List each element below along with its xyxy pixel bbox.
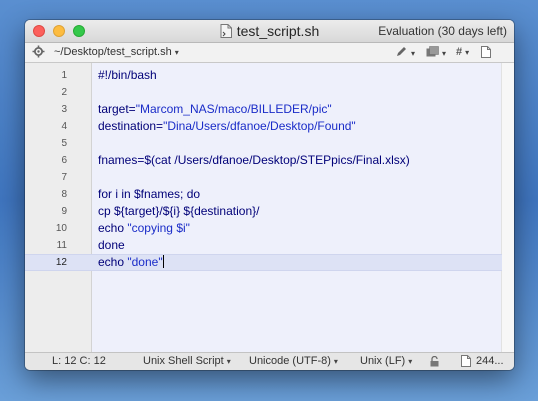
- line-endings-label: Unix (LF): [360, 355, 406, 367]
- file-size: 244...: [476, 355, 504, 367]
- code-text: destination="Dina/Users/dfanoe/Desktop/F…: [98, 119, 356, 133]
- code-line[interactable]: 2: [25, 84, 502, 101]
- line-number: 8: [61, 189, 67, 200]
- file-path-menu[interactable]: ~/Desktop/test_script.sh ▾: [54, 46, 179, 59]
- window-title: test_script.sh: [236, 23, 320, 39]
- document-icon[interactable]: [461, 355, 471, 367]
- vertical-scrollbar[interactable]: [501, 63, 514, 353]
- status-bar: L: 12 C: 12 Unix Shell Script ▾ Unicode (…: [25, 352, 514, 370]
- code-text: echo "copying $i": [98, 221, 190, 235]
- bbedit-window: test_script.sh Evaluation (30 days left)…: [25, 20, 514, 370]
- document-menu[interactable]: ▾: [426, 46, 446, 59]
- line-number: 6: [61, 155, 67, 166]
- document-icon: [481, 46, 491, 58]
- line-number: 5: [61, 138, 67, 149]
- line-number: 12: [55, 257, 67, 268]
- pencil-menu[interactable]: ▾: [396, 46, 415, 59]
- line-number: 11: [56, 240, 67, 251]
- line-number: 4: [61, 121, 67, 132]
- string-literal: "done": [127, 255, 163, 269]
- code-line[interactable]: 4 destination="Dina/Users/dfanoe/Desktop…: [25, 118, 502, 135]
- chevron-down-icon: ▾: [442, 49, 447, 58]
- line-number: 10: [55, 223, 67, 234]
- syntax-mode-menu[interactable]: Unix Shell Script ▾: [143, 355, 231, 368]
- code-line[interactable]: 6 fnames=$(cat /Users/dfanoe/Desktop/STE…: [25, 152, 502, 169]
- code-text: target="Marcom_NAS/maco/BILLEDER/pic": [98, 102, 332, 116]
- title-bar[interactable]: test_script.sh Evaluation (30 days left): [25, 20, 514, 43]
- syntax-mode-label: Unix Shell Script: [143, 355, 224, 367]
- code-line[interactable]: 1 #!/bin/bash: [25, 67, 502, 84]
- code-text: cp ${target}/${i} ${destination}/: [98, 204, 260, 218]
- code-text: fnames=$(cat /Users/dfanoe/Desktop/STEPp…: [98, 153, 410, 167]
- line-endings-menu[interactable]: Unix (LF) ▾: [360, 355, 412, 368]
- text-editor[interactable]: 1 #!/bin/bash 2 3 target="Marcom_NAS/mac…: [25, 63, 514, 353]
- evaluation-notice[interactable]: Evaluation (30 days left): [378, 24, 507, 38]
- string-literal: "Marcom_NAS/maco/BILLEDER/pic": [135, 102, 332, 116]
- chevron-down-icon: ▾: [333, 357, 338, 366]
- code-text: #!/bin/bash: [98, 68, 157, 82]
- line-number: 3: [61, 104, 67, 115]
- line-number: 7: [61, 172, 67, 183]
- current-code-line[interactable]: 12 echo "done": [25, 254, 502, 271]
- line-number: 1: [61, 70, 67, 81]
- code-text: done: [98, 238, 125, 252]
- chevron-down-icon: ▾: [226, 357, 231, 366]
- code-line[interactable]: 7: [25, 169, 502, 186]
- code-line[interactable]: 10 echo "copying $i": [25, 220, 502, 237]
- stacked-documents-icon: [426, 46, 439, 57]
- code-line[interactable]: 11 done: [25, 237, 502, 254]
- code-line[interactable]: 8 for i in $fnames; do: [25, 186, 502, 203]
- function-menu[interactable]: # ▾: [456, 46, 469, 59]
- navigation-bar: ~/Desktop/test_script.sh ▾ ▾ ▾ # ▾: [25, 43, 514, 63]
- chevron-down-icon: ▾: [408, 357, 413, 366]
- code-text: for i in $fnames; do: [98, 187, 201, 201]
- line-number: 2: [61, 87, 67, 98]
- code-line[interactable]: 5: [25, 135, 502, 152]
- text-cursor: [162, 255, 164, 268]
- code-text: echo "done": [98, 255, 164, 270]
- cursor-position[interactable]: L: 12 C: 12: [52, 355, 106, 368]
- string-literal: "Dina/Users/dfanoe/Desktop/Found": [163, 119, 356, 133]
- encoding-label: Unicode (UTF-8): [249, 355, 331, 367]
- encoding-menu[interactable]: Unicode (UTF-8) ▾: [249, 355, 338, 368]
- code-text-content: echo "done": [98, 255, 163, 269]
- chevron-down-icon: ▾: [174, 48, 179, 57]
- document-info-button[interactable]: [481, 46, 491, 59]
- string-literal: "copying $i": [127, 221, 190, 235]
- line-number: 9: [61, 206, 67, 217]
- code-line[interactable]: 3 target="Marcom_NAS/maco/BILLEDER/pic": [25, 101, 502, 118]
- chevron-down-icon: ▾: [465, 48, 470, 57]
- unlocked-icon[interactable]: [430, 356, 439, 367]
- hash-icon: #: [456, 46, 463, 58]
- pencil-icon: [397, 47, 406, 56]
- chevron-down-icon: ▾: [411, 49, 416, 58]
- shell-script-file-icon: [220, 24, 232, 38]
- file-path: ~/Desktop/test_script.sh: [54, 46, 172, 58]
- gear-icon[interactable]: [32, 45, 45, 58]
- code-line[interactable]: 9 cp ${target}/${i} ${destination}/: [25, 203, 502, 220]
